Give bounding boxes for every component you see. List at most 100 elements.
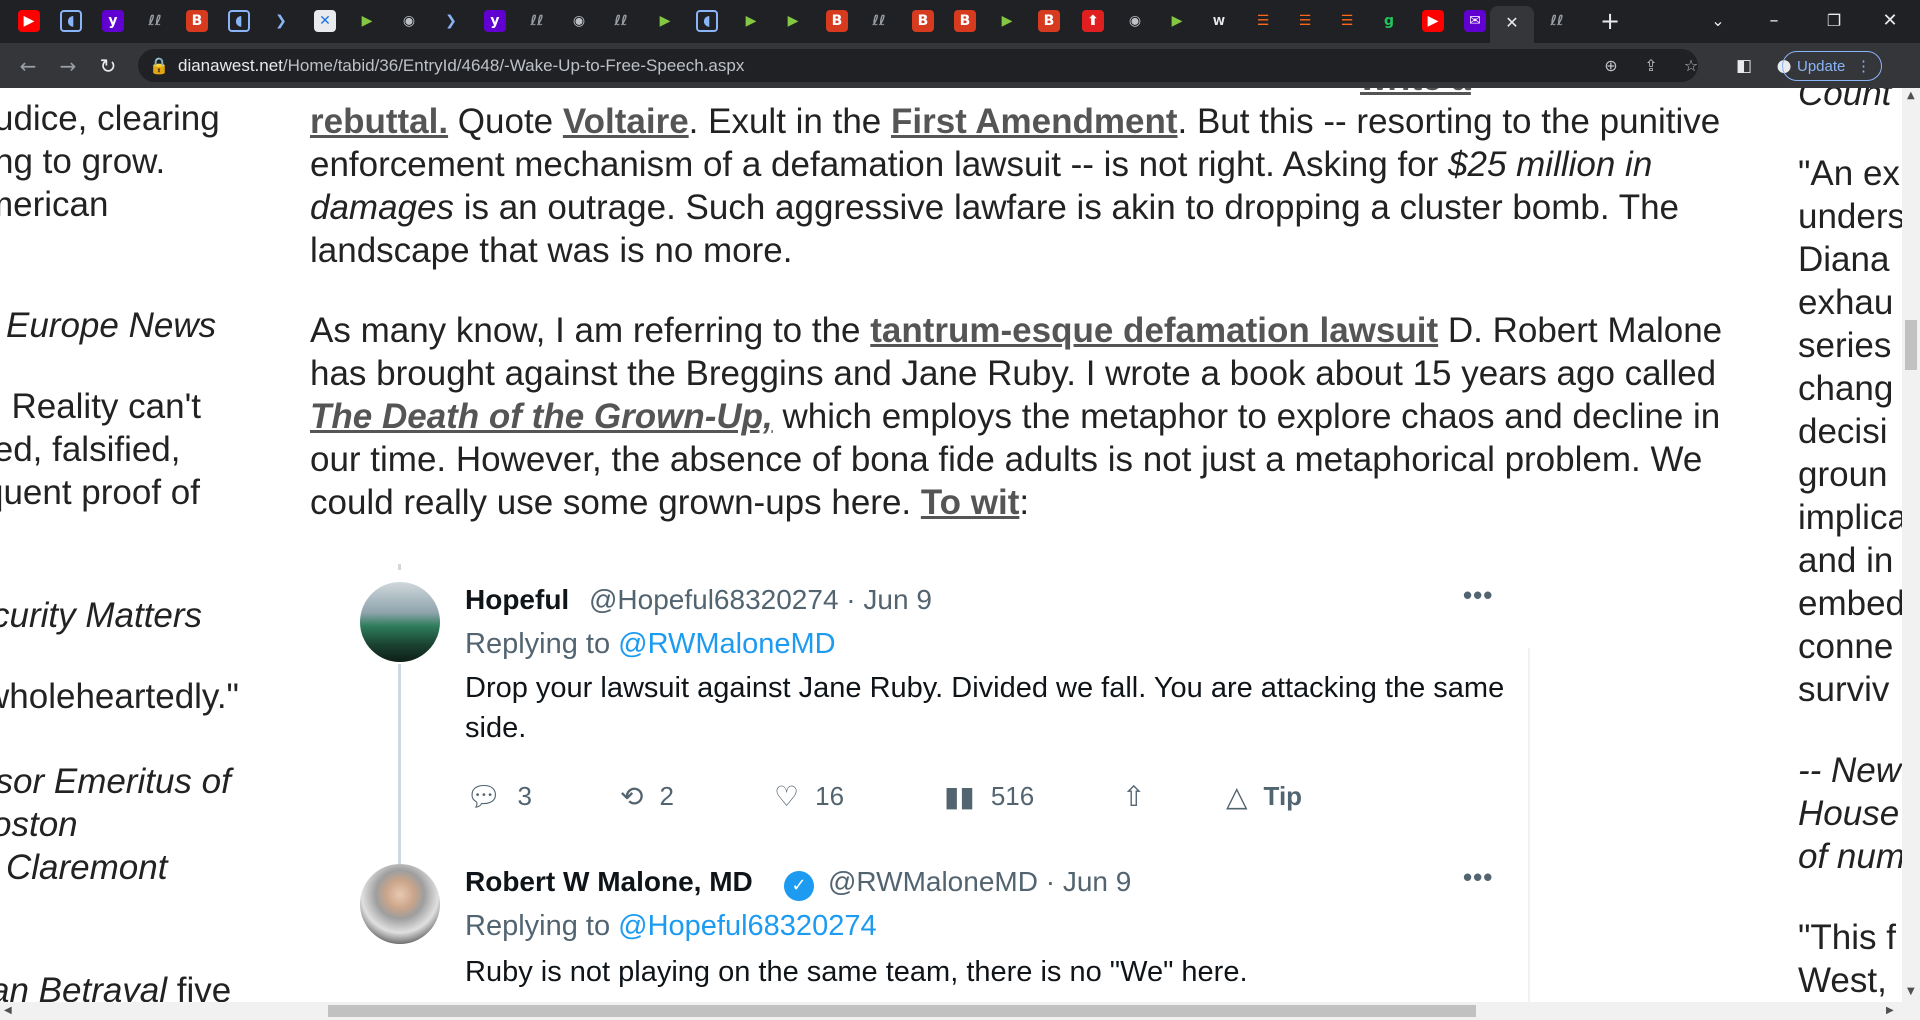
chart-tab-icon[interactable]: ℓℓ [144,10,166,32]
scroll-right-icon[interactable]: ▶ [1886,1005,1894,1016]
substack-tab-icon[interactable]: ☰ [1252,10,1274,32]
side-panel-icon[interactable]: ◧ [1730,52,1758,80]
globe-tab-icon[interactable]: ◉ [398,10,420,32]
forward-icon[interactable]: → [54,52,82,80]
left-text-line: an Betrayal five [0,969,231,1002]
update-button[interactable]: Update ⋮ [1782,51,1882,81]
bi-tab-icon[interactable]: B [954,10,976,32]
bi-tab-icon[interactable]: B [1038,10,1060,32]
to-wit-link[interactable]: To wit [921,483,1020,522]
yahoo-tab-icon[interactable]: y [102,10,124,32]
share-button[interactable]: ⇧ [1122,780,1161,813]
back-icon[interactable]: ← [14,52,42,80]
scrollbar-thumb[interactable] [1905,320,1917,370]
like-button[interactable]: ♡ 16 [774,780,844,813]
avatar[interactable] [360,864,440,944]
close-tab-icon[interactable]: ✕ [1492,10,1532,36]
first-amendment-link[interactable]: First Amendment [891,102,1178,141]
zoom-icon[interactable]: ⊕ [1600,55,1622,77]
vertical-scrollbar[interactable]: ▲ ▼ [1902,88,1920,1002]
write-link[interactable]: write a [1360,88,1471,100]
upload-icon: ⇧ [1122,780,1146,813]
shield-tab-icon[interactable]: ◖ [60,10,82,32]
views-icon: ▮▮ [944,780,975,813]
tip-button[interactable]: △ Tip [1226,780,1302,813]
text-span: . Exult in the [688,102,891,141]
close-window-icon[interactable]: ✕ [1870,8,1910,34]
address-bar[interactable]: 🔒 dianawest.net/Home/tabid/36/EntryId/46… [138,49,1698,82]
lawsuit-link[interactable]: tantrum-esque defamation lawsuit [870,311,1438,350]
europe-news-link[interactable]: Europe News [6,304,216,347]
right-text-line: Count [1798,88,1892,113]
wsj-tab-icon[interactable]: W [1208,10,1230,32]
yahoo-tab-icon[interactable]: y [484,10,506,32]
scroll-left-icon[interactable]: ◀ [4,1005,12,1016]
book-link[interactable]: The Death of the Grown-Up, [310,397,773,436]
tweet-handle[interactable]: @Hopeful68320274 · Jun 9 [589,584,932,616]
youtube-tab-icon[interactable]: ▶ [18,10,40,32]
more-options-icon[interactable]: ••• [1463,862,1493,893]
shield-tab-icon[interactable]: ◖ [696,10,718,32]
map-tab-icon[interactable]: ✕ [314,10,336,32]
shield-tab-icon[interactable]: ◖ [228,10,250,32]
youtube-tab-icon[interactable]: ▶ [1422,10,1444,32]
retweet-count: 2 [659,781,674,811]
arrow-tab-icon[interactable]: ❯ [440,10,462,32]
replying-to-handle[interactable]: @RWMaloneMD [618,628,835,660]
article-paragraph: rebuttal. Quote Voltaire. Exult in the F… [310,100,1740,272]
new-tab-icon[interactable]: + [1590,8,1630,34]
red-tab-icon[interactable]: ⬆ [1082,10,1104,32]
scrollbar-thumb[interactable] [328,1005,1476,1017]
views-button[interactable]: ▮▮ 516 [944,780,1034,813]
rebuttal-link[interactable]: rebuttal. [310,102,448,141]
tweet-body: Drop your lawsuit against Jane Ruby. Div… [465,672,1505,744]
star-icon[interactable]: ☆ [1680,55,1702,77]
avatar[interactable] [360,582,440,662]
rumble-tab-icon[interactable]: ▶ [740,10,762,32]
article-body: write a rebuttal. Quote Voltaire. Exult … [310,88,1740,561]
mail-tab-icon[interactable]: ✉ [1464,10,1486,32]
rumble-tab-icon[interactable]: ▶ [782,10,804,32]
retweet-button[interactable]: ⟲ 2 [620,780,674,813]
scroll-up-icon[interactable]: ▲ [1907,90,1915,101]
left-text-line: merican [0,185,109,224]
bi-tab-icon[interactable]: B [186,10,208,32]
tab-strip: ▶ ◖ y ℓℓ B ◖ ❯ ✕ ▶ ◉ ❯ y ℓℓ ◉ ℓℓ ▶ ◖ ▶ ▶… [0,0,1920,43]
reload-icon[interactable]: ↻ [94,52,122,80]
betrayal-link[interactable]: an Betrayal [0,971,167,1002]
rumble-tab-icon[interactable]: ▶ [996,10,1018,32]
active-tab[interactable]: ✕ [1490,6,1534,43]
bi-tab-icon[interactable]: B [826,10,848,32]
voltaire-link[interactable]: Voltaire [563,102,689,141]
substack-tab-icon[interactable]: ☰ [1336,10,1358,32]
more-options-icon[interactable]: ••• [1463,580,1493,611]
substack-tab-icon[interactable]: ☰ [1294,10,1316,32]
chart-tab-icon[interactable]: ℓℓ [868,10,890,32]
bi-tab-icon[interactable]: B [912,10,934,32]
replying-to-handle[interactable]: @Hopeful68320274 [618,910,876,942]
scroll-down-icon[interactable]: ▼ [1907,986,1915,997]
rumble-tab-icon[interactable]: ▶ [356,10,378,32]
security-matters-link[interactable]: curity Matters [0,594,202,637]
lock-icon[interactable]: 🔒 [148,55,170,77]
chart-tab-icon[interactable]: ℓℓ [610,10,632,32]
g-tab-icon[interactable]: g [1378,10,1400,32]
chart-tab-icon[interactable]: ℓℓ [1546,10,1568,32]
globe-tab-icon[interactable]: ◉ [568,10,590,32]
restore-icon[interactable]: ❐ [1814,8,1854,34]
tweet-author-name[interactable]: Robert W Malone, MD [465,866,753,898]
url-text[interactable]: dianawest.net/Home/tabid/36/EntryId/4648… [178,49,744,82]
rumble-tab-icon[interactable]: ▶ [654,10,676,32]
globe-tab-icon[interactable]: ◉ [1124,10,1146,32]
update-label: Update [1797,58,1846,75]
reply-button[interactable]: 💬︎ 3 [466,780,532,813]
share-icon[interactable]: ⇪ [1640,55,1662,77]
rumble-tab-icon[interactable]: ▶ [1166,10,1188,32]
horizontal-scrollbar[interactable]: ◀ ▶ [0,1002,1920,1020]
chart-tab-icon[interactable]: ℓℓ [526,10,548,32]
arrow-tab-icon[interactable]: ❯ [270,10,292,32]
minimize-icon[interactable]: – [1754,8,1794,34]
tweet-author-name[interactable]: Hopeful [465,584,569,616]
chevron-down-icon[interactable]: ⌄ [1698,8,1738,34]
tweet-handle[interactable]: @RWMaloneMD · Jun 9 [828,866,1131,898]
